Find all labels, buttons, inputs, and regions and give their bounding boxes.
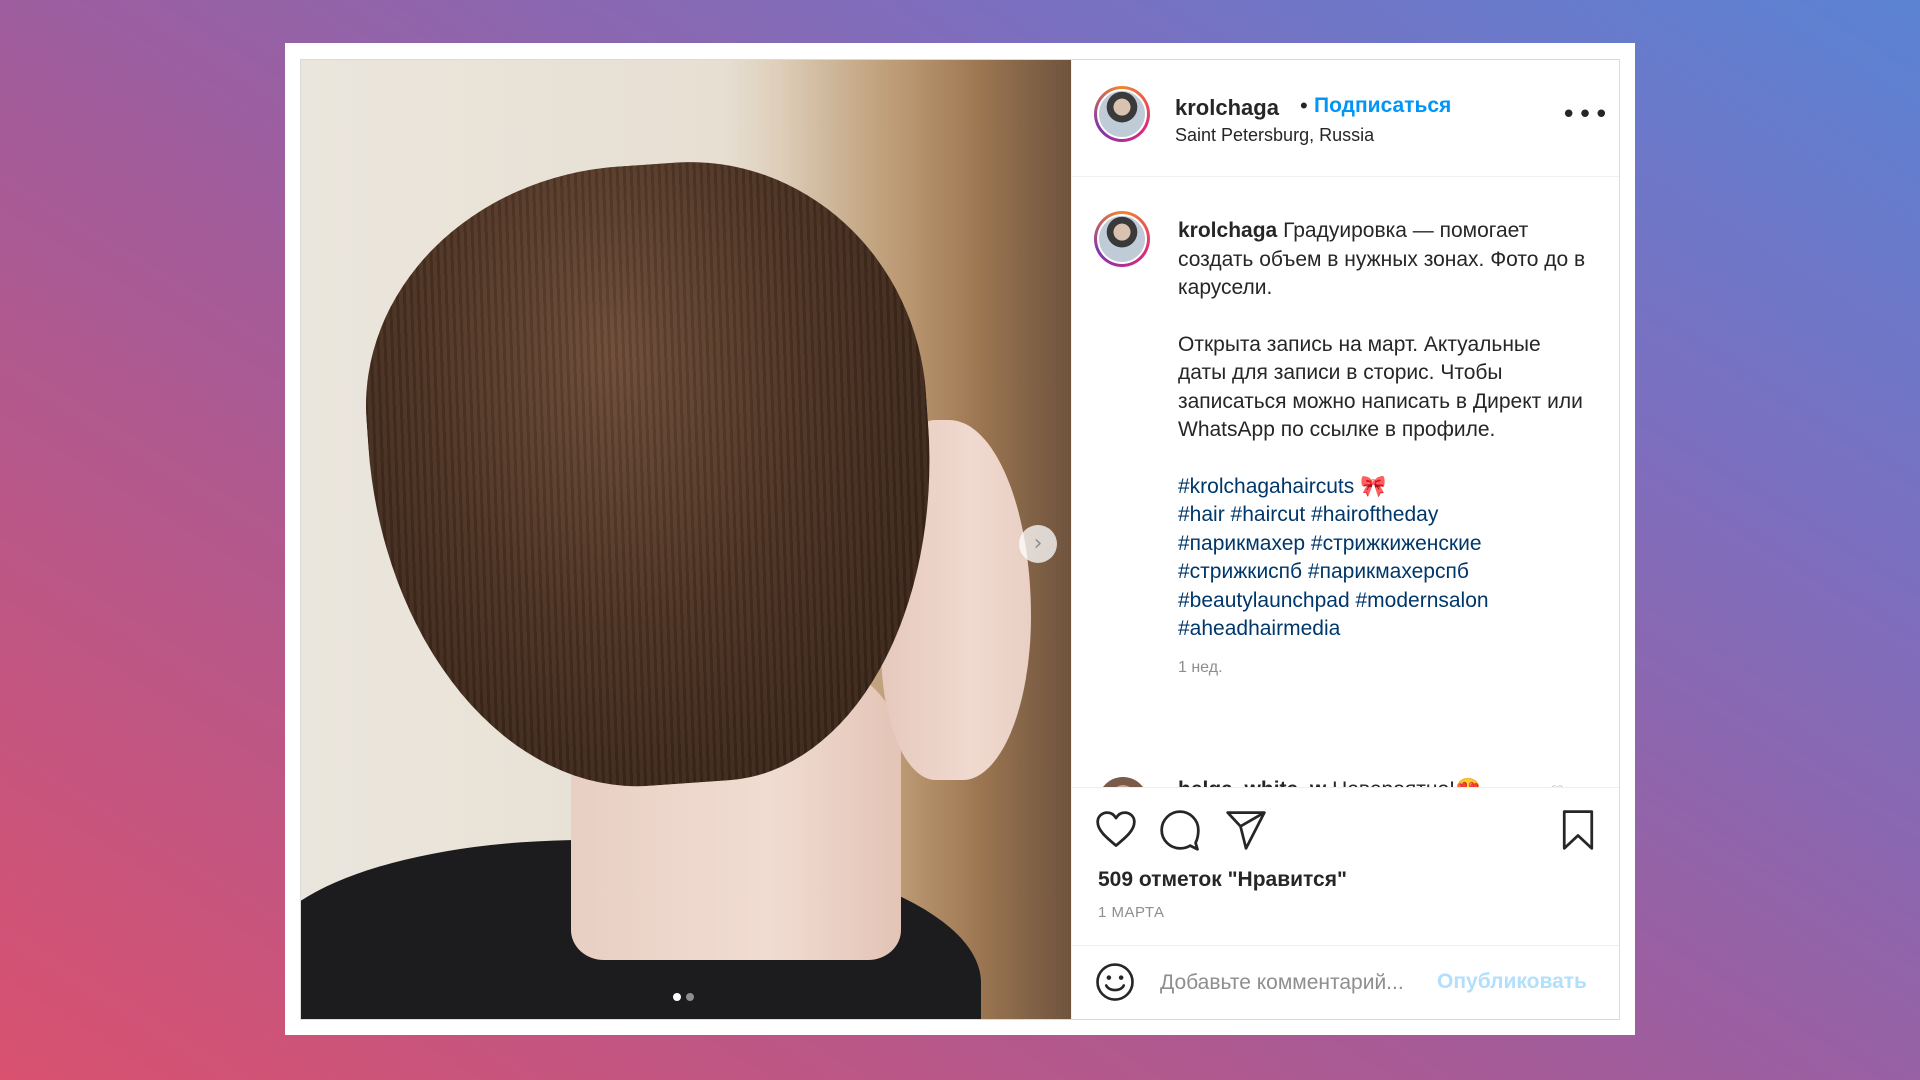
comment-text: helga_white_w Невероятно!😍 xyxy=(1178,778,1481,787)
caption-username[interactable]: krolchaga xyxy=(1178,219,1277,242)
header-separator: • xyxy=(1300,93,1308,118)
hashtag-line[interactable]: #стрижкиспб #парикмахерспб xyxy=(1178,558,1588,587)
instagram-post: › krolchaga • Подписаться Saint Petersbu… xyxy=(300,59,1620,1020)
header-username[interactable]: krolchaga xyxy=(1175,95,1279,121)
hashtag-line[interactable]: #aheadhairmedia xyxy=(1178,615,1588,644)
caption: krolchaga Градуировка — помогает создать… xyxy=(1178,217,1588,682)
post-photo[interactable]: › xyxy=(301,60,1071,1019)
carousel-indicator xyxy=(673,993,694,1001)
hashtag-line[interactable]: #krolchagahaircuts 🎀 xyxy=(1178,473,1588,502)
location-link[interactable]: Saint Petersburg, Russia xyxy=(1175,125,1374,146)
comment-row: helga_white_w Невероятно!😍 ♡ xyxy=(1072,177,1619,787)
hashtag-line[interactable]: #hair #haircut #hairoftheday xyxy=(1178,501,1588,530)
comment-body: Невероятно!😍 xyxy=(1332,778,1481,787)
comment-username[interactable]: helga_white_w xyxy=(1178,778,1326,787)
carousel-dot-active xyxy=(673,993,681,1001)
comment-input[interactable] xyxy=(1160,968,1430,998)
post-panel: krolchaga • Подписаться Saint Petersburg… xyxy=(1071,60,1619,1019)
likes-count[interactable]: 509 отметок "Нравится" xyxy=(1098,868,1347,892)
caption-time: 1 нед. xyxy=(1178,658,1223,676)
hashtag-line[interactable]: #beautylaunchpad #modernsalon xyxy=(1178,587,1588,616)
follow-button[interactable]: Подписаться xyxy=(1314,94,1451,118)
carousel-dot xyxy=(686,993,694,1001)
post-card: › krolchaga • Подписаться Saint Petersbu… xyxy=(285,43,1635,1035)
post-date: 1 МАРТА xyxy=(1098,904,1165,921)
caption-avatar[interactable] xyxy=(1094,211,1150,267)
more-icon[interactable]: ••• xyxy=(1561,102,1610,128)
hashtag-line[interactable]: #парикмахер #стрижкиженские xyxy=(1178,530,1588,559)
post-actions: 509 отметок "Нравится" 1 МАРТА xyxy=(1072,787,1619,937)
emoji-icon[interactable] xyxy=(1094,961,1136,1003)
post-header: krolchaga • Подписаться Saint Petersburg… xyxy=(1072,60,1619,177)
publish-button[interactable]: Опубликовать xyxy=(1437,970,1587,994)
comments-section: krolchaga Градуировка — помогает создать… xyxy=(1072,177,1619,787)
next-arrow-icon[interactable]: › xyxy=(1019,525,1057,563)
caption-text-2: Открыта запись на март. Актуальные даты … xyxy=(1178,332,1583,442)
bookmark-icon[interactable] xyxy=(1556,808,1600,852)
comment-avatar[interactable] xyxy=(1098,777,1148,787)
avatar[interactable] xyxy=(1094,86,1150,142)
add-comment-bar: Опубликовать xyxy=(1072,945,1619,1019)
comment-icon[interactable] xyxy=(1158,808,1202,852)
heart-icon[interactable] xyxy=(1094,808,1138,852)
share-icon[interactable] xyxy=(1224,808,1268,852)
